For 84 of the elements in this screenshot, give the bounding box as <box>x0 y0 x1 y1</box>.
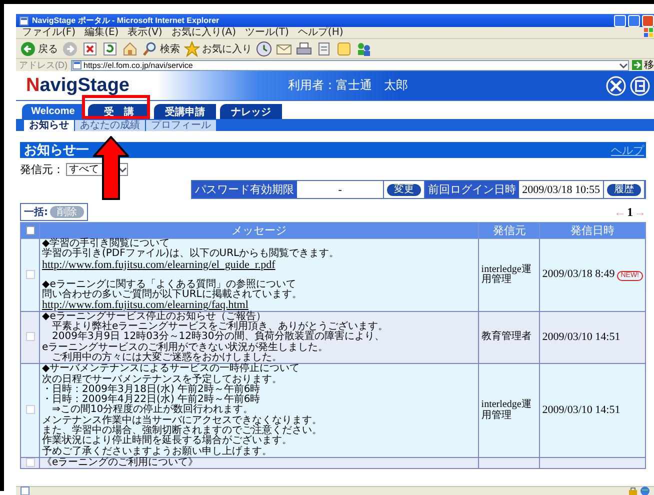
message-text: 予めご了承くださいますようお願い申し上げます。 <box>42 446 272 457</box>
home-icon[interactable] <box>122 40 138 56</box>
message-text: ◆eラーニングに関する「よくある質問」の参照について <box>42 278 296 290</box>
page-icon <box>72 60 82 70</box>
menu-item[interactable]: お気に入り(A) <box>171 27 236 38</box>
sender-text: interledge運用管理 <box>481 264 532 285</box>
note-icon[interactable] <box>336 40 352 56</box>
menu-item[interactable]: 編集(E) <box>84 27 119 38</box>
message-text: ◆eラーニングサービス停止のお知らせ（ご報告） <box>42 310 266 322</box>
lock-icon <box>628 486 638 495</box>
message-link[interactable]: http://www.fom.fujitsu.com/elearning/faq.html <box>42 299 248 312</box>
sender-text: interledge運用管理 <box>481 399 532 421</box>
restore-button[interactable] <box>628 14 640 26</box>
search-button[interactable]: 検索 <box>142 40 180 56</box>
select-all-checkbox[interactable] <box>26 226 34 236</box>
password-expiry-label: パスワード有効期限 <box>192 181 298 198</box>
last-login-value: 2009/03/18 10:55 <box>519 181 604 198</box>
subtab[interactable]: お知らせ <box>24 120 74 131</box>
row-checkbox[interactable] <box>26 405 34 414</box>
date-text: 2009/03/10 14:51 <box>542 331 620 344</box>
window-title: NavigStage ポータル - Microsoft Internet Explorer <box>32 15 220 26</box>
page-number[interactable]: 1 <box>627 204 633 220</box>
last-login-label: 前回ログイン日時 <box>425 181 520 198</box>
windows-logo-icon <box>644 28 654 38</box>
date-text: 2009/03/10 14:51 <box>542 404 620 416</box>
message-text: 作業状況により停止時間を延長する場合がございます。 <box>42 435 292 446</box>
message-text: 《eラーニングのご利用について》 <box>42 457 198 468</box>
search-icon <box>142 40 158 56</box>
logo: NavigStage <box>26 74 130 96</box>
stop-icon[interactable] <box>82 40 98 56</box>
menu-item[interactable]: ファイル(F) <box>22 27 76 38</box>
message-text: メンテナンス作業中は当サーバにアクセスできなくなります。 <box>42 414 322 426</box>
message-text: 学習の手引き(PDFファイル)は、以下のURLからも閲覧できます。 <box>42 248 340 260</box>
people-icon[interactable] <box>356 40 372 56</box>
row-checkbox[interactable] <box>26 332 34 342</box>
menu-item[interactable]: ヘルプ(H) <box>298 27 344 38</box>
menu-item[interactable]: 表示(V) <box>128 27 162 38</box>
column-header: メッセージ <box>40 222 479 238</box>
history-button[interactable]: 履歴 <box>607 184 641 196</box>
message-text: ・日時：2009年3月18日(水) 午前2時～午前6時 <box>42 384 260 395</box>
address-field[interactable]: https://el.fom.co.jp/navi/service <box>70 60 629 70</box>
message-text: 次の日程でサーバメンテナンスを予定しております。 <box>42 374 282 385</box>
page-icon <box>19 16 29 26</box>
menu-item[interactable]: ツール(T) <box>245 27 289 38</box>
tab[interactable]: 受講申請 <box>154 104 216 119</box>
message-text: ⇒この間10分程度の停止が数回行われます。 <box>51 404 254 416</box>
bulk-label: 一括: <box>24 206 48 219</box>
subtab[interactable]: あなたの成績 <box>75 120 145 131</box>
document-icon[interactable] <box>316 40 332 56</box>
column-header: 発信元 <box>478 222 540 238</box>
globe-icon <box>640 486 650 495</box>
star-button[interactable]: お気に入り <box>184 40 252 56</box>
user-name: 利用者：富士通 太郎 <box>288 77 409 94</box>
message-text: ご利用中の方々には大変ご迷惑をおかけしました。 <box>51 352 282 363</box>
message-text: 2009年3月9日 12時03分～12時30分の間、負荷分散装置の障害により、 <box>51 331 384 342</box>
message-text: eラーニングサービスのご利用ができない状況が発生しました。 <box>42 342 328 353</box>
refresh-icon[interactable] <box>102 40 118 56</box>
go-button[interactable]: 移 <box>632 58 654 72</box>
tab[interactable]: Welcome <box>22 104 84 119</box>
subtab[interactable]: プロフィール <box>146 120 216 131</box>
filter-label: 発信元： <box>20 162 64 176</box>
column-header: 発信日時 <box>540 222 646 238</box>
row-checkbox[interactable] <box>26 270 34 279</box>
printer-icon[interactable] <box>296 40 312 56</box>
password-expiry-value: - <box>297 181 384 198</box>
right-arrow-icon <box>632 60 642 70</box>
highlight-frame <box>82 95 150 119</box>
history-icon[interactable] <box>256 40 272 56</box>
date-text: 2009/03/18 8:49 <box>542 268 615 280</box>
change-button[interactable]: 変更 <box>387 184 422 196</box>
address-label: アドレス(D) <box>19 58 68 72</box>
message-link[interactable]: http://www.fom.fujitsu.com/elearning/el_guide_r.pdf <box>42 258 276 271</box>
tab[interactable]: ナレッジ <box>220 104 282 119</box>
message-text: ◆サーバメンテナンスによるサービスの一時停止について <box>42 363 300 374</box>
exit-door-icon[interactable] <box>630 76 650 96</box>
address-url: https://el.fom.co.jp/navi/service <box>84 60 194 70</box>
close-button[interactable] <box>642 14 654 26</box>
message-text: ◆学習の手引き閲覧について <box>42 238 170 249</box>
sender-text: 教育管理者 <box>481 331 532 342</box>
message-text: 問い合わせの多いご質問が以下URLに掲載されています。 <box>42 289 302 300</box>
back-arrow-button[interactable]: 戻る <box>20 40 58 56</box>
section-title: お知らせ一 <box>24 142 89 159</box>
star-icon <box>184 40 200 56</box>
minimize-button[interactable] <box>614 14 626 26</box>
